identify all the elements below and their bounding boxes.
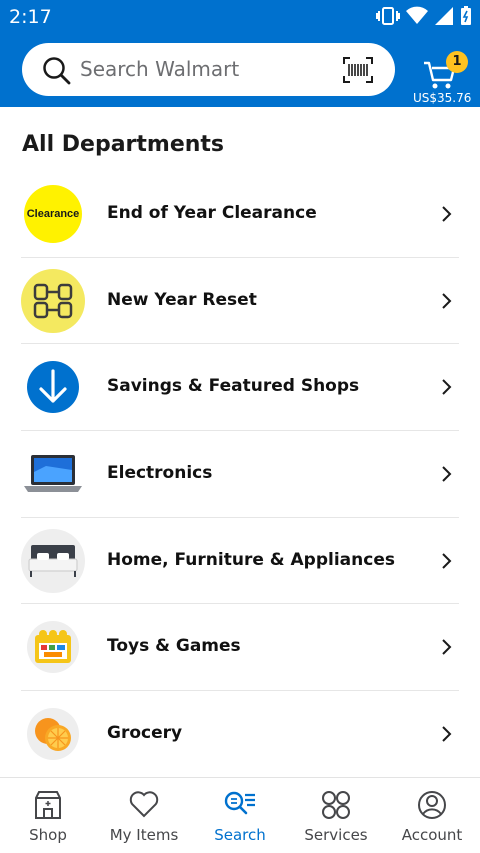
clearance-badge-icon: Clearance [24, 185, 82, 243]
bed-icon [21, 528, 85, 593]
department-label: Grocery [107, 723, 183, 744]
department-label: Savings & Featured Shops [107, 376, 360, 397]
department-row-toys[interactable]: Toys & Games [21, 604, 459, 692]
status-icons [376, 6, 472, 26]
battery-icon [461, 6, 471, 25]
app-header: 1 US$35.76 [0, 34, 480, 107]
department-row-grocery[interactable]: Grocery [21, 691, 459, 777]
department-label: Toys & Games [107, 636, 241, 657]
department-label: Home, Furniture & Appliances [107, 549, 395, 570]
search-bar[interactable] [22, 43, 395, 96]
department-row-savings[interactable]: Savings & Featured Shops [21, 344, 459, 432]
chevron-right-icon [442, 379, 452, 396]
barcode-scanner-icon[interactable] [343, 57, 373, 83]
vibrate-icon [376, 7, 400, 25]
department-list: Clearance End of Year Clearance New Year… [21, 171, 459, 777]
status-time: 2:17 [9, 6, 52, 28]
heart-icon [129, 791, 159, 818]
search-list-icon [224, 791, 255, 815]
department-row-clearance[interactable]: Clearance End of Year Clearance [21, 171, 459, 258]
cart-total: US$35.76 [413, 91, 472, 105]
department-row-home[interactable]: Home, Furniture & Appliances [21, 518, 459, 605]
departments-page: All Departments Clearance End of Year Cl… [0, 107, 480, 777]
nav-label: Search [214, 826, 266, 844]
chevron-right-icon [442, 206, 452, 222]
chevron-right-icon [442, 466, 452, 482]
chevron-right-icon [442, 292, 452, 309]
dumbbell-icon [21, 268, 85, 333]
nav-account[interactable]: Account [384, 778, 480, 853]
department-label: Electronics [107, 463, 213, 484]
nav-my-items[interactable]: My Items [96, 778, 192, 853]
account-icon [418, 791, 446, 819]
nav-shop[interactable]: Shop [0, 778, 96, 853]
status-bar: 2:17 [0, 0, 480, 34]
toy-blocks-icon [27, 621, 79, 674]
cart-count-badge: 1 [446, 51, 468, 73]
department-label: End of Year Clearance [107, 203, 317, 223]
nav-label: Services [304, 826, 368, 844]
signal-icon [435, 7, 453, 25]
department-label: New Year Reset [107, 289, 257, 310]
nav-label: Shop [29, 826, 67, 844]
nav-label: Account [401, 826, 463, 844]
cart-button[interactable]: 1 US$35.76 [413, 42, 473, 105]
wifi-icon [406, 6, 428, 24]
clearance-thumb-text: Clearance [26, 208, 80, 220]
nav-label: My Items [109, 826, 179, 844]
store-icon [35, 791, 61, 819]
laptop-icon [21, 442, 85, 506]
nav-search[interactable]: Search [192, 778, 288, 853]
department-row-electronics[interactable]: Electronics [21, 431, 459, 518]
chevron-right-icon [442, 639, 452, 656]
search-icon [43, 57, 71, 85]
orange-icon [27, 708, 79, 761]
arrow-down-circle-icon [27, 361, 79, 414]
search-input[interactable] [80, 53, 340, 85]
bottom-nav: Shop My Items Search Services Account [0, 777, 480, 853]
page-title: All Departments [22, 132, 225, 157]
chevron-right-icon [442, 553, 452, 569]
nav-services[interactable]: Services [288, 778, 384, 853]
department-row-new-year-reset[interactable]: New Year Reset [21, 258, 459, 345]
chevron-right-icon [442, 726, 452, 742]
grid-circles-icon [322, 791, 350, 819]
